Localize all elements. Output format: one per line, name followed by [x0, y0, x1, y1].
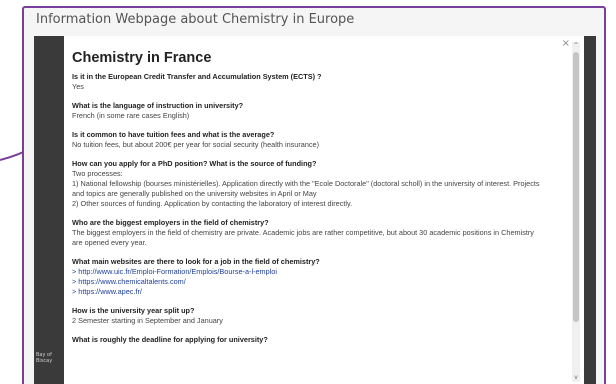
answer-text: Two processes:	[72, 169, 123, 178]
answer-text: No tuition fees, but about 200€ per year…	[72, 140, 320, 149]
scroll-thumb[interactable]	[573, 52, 579, 322]
answer-text: are opened every year.	[72, 238, 147, 247]
window-title: Information Webpage about Chemistry in E…	[36, 12, 355, 27]
answer-text: 2) Other sources of funding. Application…	[72, 199, 353, 208]
answer-text: Yes	[72, 82, 84, 91]
answer-text: French (in some rare cases English)	[72, 111, 190, 120]
modal-scrollbar[interactable]: ^ v	[572, 42, 580, 382]
qa-item: What is roughly the deadline for applyin…	[72, 335, 566, 345]
browser-frame: Information Webpage about Chemistry in E…	[22, 6, 606, 384]
modal-heading: Chemistry in France	[72, 50, 212, 66]
question-text: How is the university year split up?	[72, 306, 195, 315]
answer-text: 1) National fellowship (bourses ministér…	[72, 179, 540, 188]
answer-text: The biggest employers in the field of ch…	[72, 228, 534, 237]
question-text: What is the language of instruction in u…	[72, 101, 244, 110]
map-label: Biscay	[36, 358, 53, 364]
info-modal: × Chemistry in France Is it in the Europ…	[64, 36, 584, 384]
job-website-link[interactable]: > http://www.uic.fr/Emploi-Formation/Emp…	[72, 267, 566, 277]
question-text: What main websites are there to look for…	[72, 257, 320, 266]
question-text: Is it in the European Credit Transfer an…	[72, 72, 322, 81]
qa-item: Is it common to have tuition fees and wh…	[72, 130, 566, 150]
answer-text: 2 Semester starting in September and Jan…	[72, 316, 223, 325]
close-icon[interactable]: ×	[562, 38, 570, 49]
modal-backdrop[interactable]: Bay of Biscay × Chemistry in France Is i…	[34, 36, 596, 384]
scroll-up-icon[interactable]: ^	[572, 42, 580, 50]
qa-list: Is it in the European Credit Transfer an…	[72, 72, 566, 345]
question-text: Who are the biggest employers in the fie…	[72, 218, 269, 227]
qa-item: How can you apply for a PhD position? Wh…	[72, 159, 566, 209]
question-text: Is it common to have tuition fees and wh…	[72, 130, 275, 139]
question-text: What is roughly the deadline for applyin…	[72, 335, 268, 344]
qa-item: Who are the biggest employers in the fie…	[72, 218, 566, 248]
qa-item: What is the language of instruction in u…	[72, 101, 566, 121]
job-website-link[interactable]: > https://www.apec.fr/	[72, 287, 566, 297]
modal-content: Chemistry in France Is it in the Europea…	[72, 50, 566, 354]
qa-item: Is it in the European Credit Transfer an…	[72, 72, 566, 92]
job-website-link[interactable]: > https://www.chemicaltalents.com/	[72, 277, 566, 287]
qa-item: What main websites are there to look for…	[72, 257, 566, 297]
scroll-down-icon[interactable]: v	[572, 374, 580, 382]
question-text: How can you apply for a PhD position? Wh…	[72, 159, 317, 168]
qa-item: How is the university year split up? 2 Se…	[72, 306, 566, 326]
answer-text: and topics are generally published on th…	[72, 189, 317, 198]
